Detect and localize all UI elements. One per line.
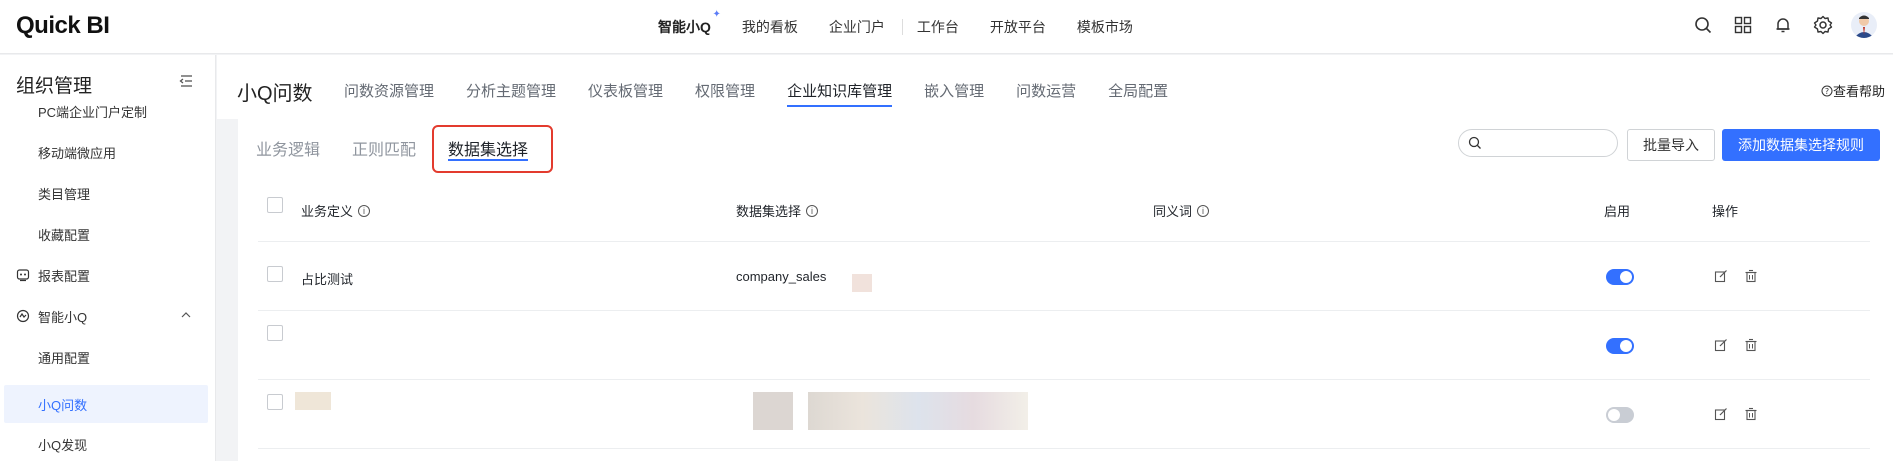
edit-icon[interactable] [1714,407,1730,423]
toggle-knob [1608,409,1620,421]
nav-template-market[interactable]: 模板市场 [1077,17,1133,37]
quick-bi-logo[interactable]: Quick BI [16,12,110,40]
search-box[interactable] [1458,129,1618,157]
toggle-knob [1620,340,1632,352]
header-synonym: 同义词 i [1153,201,1210,220]
enable-toggle[interactable] [1606,407,1634,423]
nav-smart-q[interactable]: 智能小Q ✦ [658,9,721,37]
redacted-block [753,392,793,430]
tab-query-resources[interactable]: 问数资源管理 [344,55,434,119]
delete-icon[interactable] [1744,407,1760,423]
edit-icon[interactable] [1714,269,1730,285]
redacted-block [295,392,331,410]
collapse-menu-icon[interactable] [178,73,198,93]
sidebar-item-favorites[interactable]: 收藏配置 [0,217,216,251]
search-icon[interactable] [1691,13,1715,37]
help-label: 查看帮助 [1832,84,1885,99]
redacted-block [808,392,1028,430]
sidebar-group-smart-q-label: 智能小Q [38,309,88,325]
row-checkbox[interactable] [267,394,283,410]
tab-operations[interactable]: 问数运营 [1016,55,1076,119]
row-checkbox[interactable] [267,266,283,282]
sidebar-item-xiaoq-query[interactable]: 小Q问数 [4,385,208,423]
header-dataset-label: 数据集选择 [736,204,802,219]
toggle-knob [1620,271,1632,283]
sidebar-item-xiaoq-discover[interactable]: 小Q发现 [0,427,216,461]
tab-knowledge-base[interactable]: 企业知识库管理 [787,55,893,119]
sidebar-item-category[interactable]: 类目管理 [0,176,216,210]
nav-workbench[interactable]: 工作台 [917,17,959,37]
tab-embed[interactable]: 嵌入管理 [924,55,984,119]
select-all-checkbox[interactable] [267,197,283,213]
tab-analysis-topics[interactable]: 分析主题管理 [466,55,556,119]
cell-definition: 占比测试 [301,272,354,287]
header-enabled: 启用 [1604,204,1631,219]
table-row: 占比测试 company_sales [258,242,1870,311]
sidebar-item-pc-portal[interactable]: PC端企业门户定制 [0,94,216,128]
top-nav: 智能小Q ✦ 我的看板 企业门户 工作台 开放平台 模板市场 [658,0,1164,54]
gear-icon[interactable] [1811,13,1835,37]
main-header: 小Q问数 问数资源管理 分析主题管理 仪表板管理 权限管理 企业知识库管理 嵌入… [217,55,1893,119]
table-row [258,311,1870,380]
search-input[interactable] [1487,130,1607,156]
highlight-box [432,125,553,173]
user-avatar[interactable] [1851,12,1877,38]
batch-import-button[interactable]: 批量导入 [1627,129,1715,161]
subtab-business-logic[interactable]: 业务逻辑 [256,119,320,160]
delete-icon[interactable] [1744,269,1760,285]
bell-icon[interactable] [1771,13,1795,37]
search-icon [1468,136,1482,155]
nav-smart-q-label: 智能小Q [658,19,711,35]
apps-grid-icon[interactable] [1731,13,1755,37]
info-icon[interactable]: i [1197,204,1210,217]
help-link[interactable]: ? 查看帮助 [1821,81,1885,100]
help-icon: ? [1821,85,1833,96]
row-checkbox[interactable] [267,325,283,341]
sparkle-icon: ✦ [712,9,721,20]
info-icon[interactable]: i [358,204,371,217]
edit-icon[interactable] [1714,338,1730,354]
redacted-block [852,274,872,292]
chevron-up-icon[interactable] [180,309,192,324]
nav-my-dashboard[interactable]: 我的看板 [742,17,798,37]
tab-global-config[interactable]: 全局配置 [1108,55,1168,119]
table-header: 业务定义 i 数据集选择 i 同义词 i 启用 操作 [258,173,1870,242]
header-actions: 操作 [1712,204,1739,219]
header-definition: 业务定义 i [301,201,371,220]
tab-dashboards[interactable]: 仪表板管理 [588,55,663,119]
smart-q-icon [16,309,30,323]
cell-dataset: company_sales [736,269,827,284]
enable-toggle[interactable] [1606,338,1634,354]
sidebar-item-mobile-app[interactable]: 移动端微应用 [0,135,216,169]
subtab-regex-match[interactable]: 正则匹配 [352,119,416,160]
content-panel: 业务逻辑 正则匹配 数据集选择 批量导入 添加数据集选择规则 业务定义 i 数据集… [238,119,1893,461]
report-icon [16,268,30,282]
sidebar-group-report-config-label: 报表配置 [38,268,91,284]
delete-icon[interactable] [1744,338,1760,354]
tab-permissions[interactable]: 权限管理 [695,55,755,119]
table-row [258,380,1870,449]
enable-toggle[interactable] [1606,269,1634,285]
top-navigation-bar: Quick BI 智能小Q ✦ 我的看板 企业门户 工作台 开放平台 模板市场 [0,0,1893,54]
sidebar-group-report-config[interactable]: 报表配置 [0,258,216,292]
sidebar-group-smart-q[interactable]: 智能小Q [0,299,216,333]
nav-enterprise-portal[interactable]: 企业门户 [829,17,885,37]
top-right-icons [1675,12,1877,38]
sidebar: 组织管理 PC端企业门户定制 移动端微应用 类目管理 收藏配置 报表配置 智能小… [0,55,216,461]
sidebar-item-general-config[interactable]: 通用配置 [0,340,216,374]
nav-open-platform[interactable]: 开放平台 [990,17,1046,37]
header-dataset: 数据集选择 i [736,201,819,220]
info-icon[interactable]: i [806,204,819,217]
page-title: 小Q问数 [237,83,313,105]
nav-divider [901,19,903,35]
header-definition-label: 业务定义 [301,204,354,219]
add-rule-button[interactable]: 添加数据集选择规则 [1722,129,1880,161]
header-synonym-label: 同义词 [1153,204,1193,219]
main-tabs: 问数资源管理 分析主题管理 仪表板管理 权限管理 企业知识库管理 嵌入管理 问数… [344,55,1200,119]
svg-text:?: ? [1825,87,1829,96]
